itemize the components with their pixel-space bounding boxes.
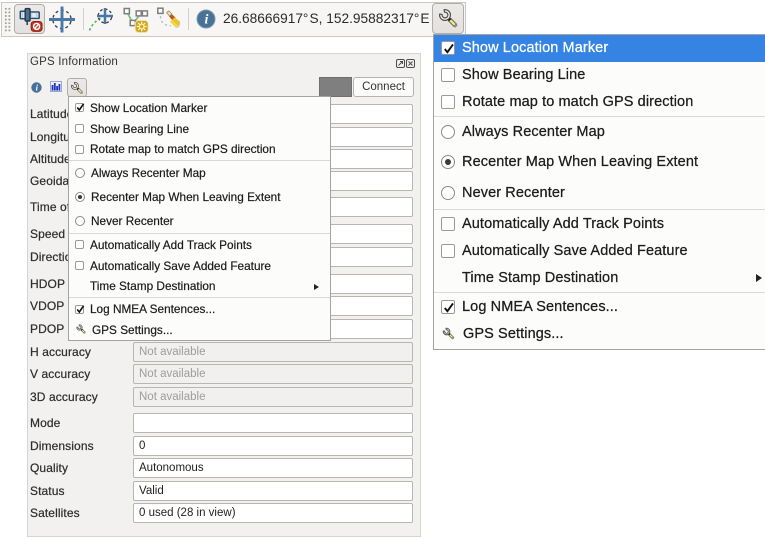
svg-text:i: i [205,13,209,28]
